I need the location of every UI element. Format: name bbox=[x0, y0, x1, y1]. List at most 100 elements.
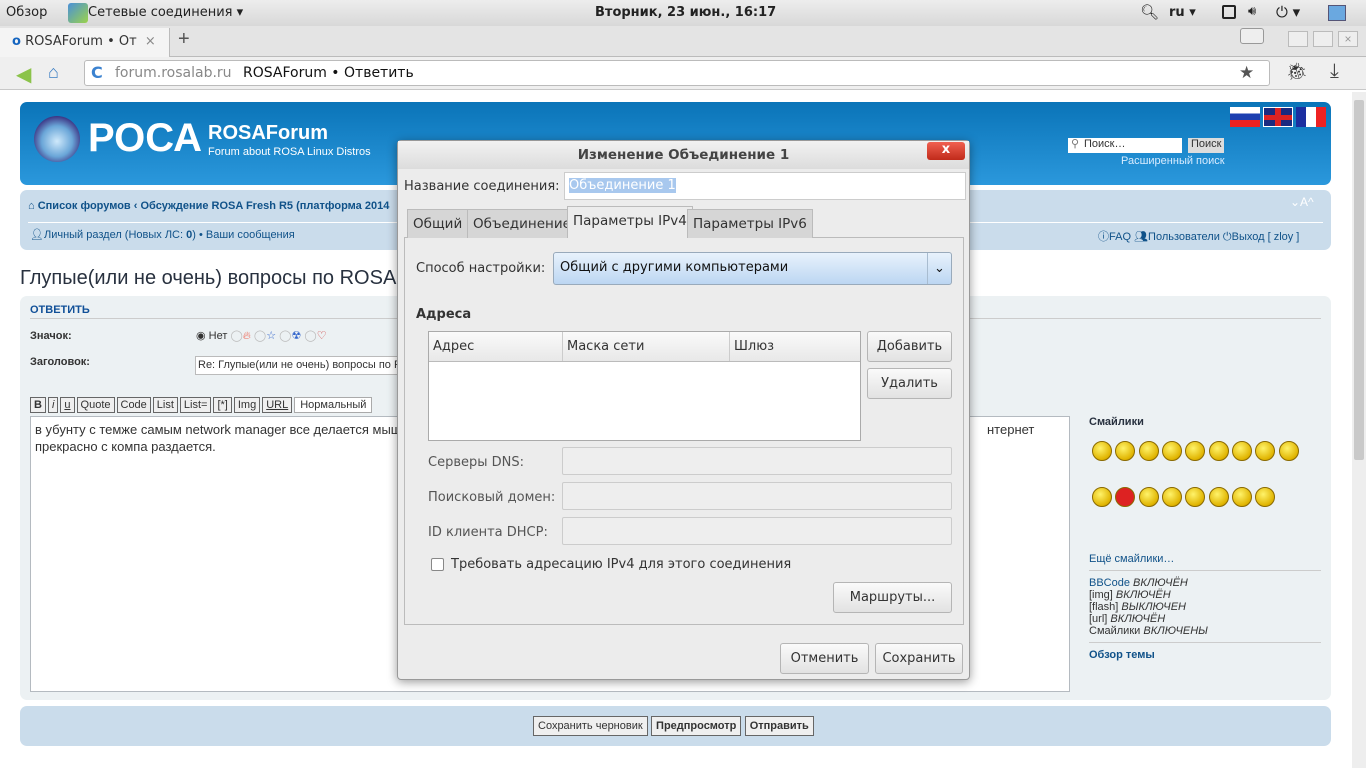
radio-none[interactable]: ◉ bbox=[196, 330, 206, 342]
method-select[interactable]: Общий с другими компьютерами ⌄ bbox=[553, 252, 952, 285]
column-netmask[interactable]: Маска сети bbox=[563, 332, 730, 361]
italic-button[interactable]: i bbox=[47, 397, 59, 413]
flag-fr-icon[interactable] bbox=[1296, 107, 1326, 127]
tab-general[interactable]: Общий bbox=[407, 209, 469, 238]
radio-fire[interactable]: ◯ bbox=[230, 330, 242, 342]
url-bar[interactable]: C forum.rosalab.ru ROSAForum • Ответить … bbox=[84, 60, 1270, 86]
smiley-icon[interactable] bbox=[1138, 441, 1159, 461]
url-button[interactable]: URL bbox=[262, 397, 293, 413]
download-icon[interactable]: ⤓ bbox=[1330, 60, 1339, 83]
users-link[interactable]: Пользователи bbox=[1148, 231, 1220, 243]
img-button[interactable]: Img bbox=[233, 397, 261, 413]
workspace-icon[interactable] bbox=[1328, 5, 1346, 21]
quote-button[interactable]: Quote bbox=[76, 397, 115, 413]
delete-button[interactable]: Удалить bbox=[867, 368, 952, 399]
overview-button[interactable]: Обзор bbox=[6, 5, 47, 20]
require-ipv4-label[interactable]: Требовать адресацию IPv4 для этого соеди… bbox=[451, 557, 791, 572]
submit-button[interactable]: Отправить bbox=[744, 716, 814, 736]
close-dialog-button[interactable]: x bbox=[927, 142, 965, 160]
addresses-table[interactable]: Адрес Маска сети Шлюз bbox=[428, 331, 861, 441]
reload-icon[interactable]: C bbox=[91, 63, 103, 82]
tab-rosaforum[interactable]: o ROSAForum • От × bbox=[0, 28, 170, 57]
bbcode-link[interactable]: BBCode bbox=[1089, 577, 1130, 589]
smiley-icon[interactable] bbox=[1092, 487, 1112, 507]
tab-ipv4[interactable]: Параметры IPv4 bbox=[567, 206, 693, 238]
logo-text[interactable]: РОСА bbox=[88, 116, 202, 161]
new-tab-button[interactable]: + bbox=[178, 28, 190, 51]
menu-icon[interactable] bbox=[1240, 28, 1264, 44]
smiley-icon[interactable] bbox=[1278, 441, 1299, 461]
your-posts-link[interactable]: Ваши сообщения bbox=[206, 229, 295, 241]
personal-link[interactable]: Личный раздел (Новых ЛС: bbox=[44, 229, 186, 241]
list-item-button[interactable]: [*] bbox=[213, 397, 232, 413]
font-size-control[interactable]: ⌄A^ bbox=[1290, 195, 1314, 209]
list-ordered-button[interactable]: List= bbox=[179, 397, 212, 413]
dns-input[interactable] bbox=[562, 447, 952, 475]
preview-button[interactable]: Предпросмотр bbox=[651, 716, 742, 736]
require-ipv4-checkbox[interactable] bbox=[431, 558, 444, 571]
dhcp-id-input[interactable] bbox=[562, 517, 952, 545]
smiley-icon[interactable] bbox=[1208, 441, 1229, 461]
close-tab-icon[interactable]: × bbox=[145, 34, 156, 49]
breadcrumb-subforum[interactable]: Обсуждение ROSA Fresh R5 (платформа 2014 bbox=[140, 200, 389, 212]
bold-button[interactable]: B bbox=[30, 397, 46, 413]
add-button[interactable]: Добавить bbox=[867, 331, 952, 362]
smiley-icon[interactable] bbox=[1185, 441, 1206, 461]
breadcrumb-forums[interactable]: Список форумов bbox=[38, 200, 131, 212]
more-smilies-link[interactable]: Ещё смайлики… bbox=[1089, 553, 1174, 565]
radio-heart[interactable]: ◯ bbox=[304, 330, 316, 342]
logout-link[interactable]: Выход [ zloy ] bbox=[1232, 231, 1300, 243]
smiley-icon[interactable] bbox=[1162, 441, 1183, 461]
list-button[interactable]: List bbox=[152, 397, 178, 413]
faq-link[interactable]: FAQ bbox=[1109, 231, 1131, 243]
smiley-icon[interactable] bbox=[1232, 441, 1253, 461]
smiley-icon[interactable] bbox=[1208, 487, 1229, 507]
devil-smiley-icon[interactable] bbox=[1115, 487, 1136, 507]
minimize-button[interactable] bbox=[1288, 31, 1308, 47]
smiley-icon[interactable] bbox=[1185, 487, 1206, 507]
tab-ipv6[interactable]: Параметры IPv6 bbox=[687, 209, 813, 238]
search-button[interactable]: Поиск bbox=[1188, 138, 1225, 153]
home-icon[interactable]: ⌂ bbox=[48, 62, 59, 83]
routes-button[interactable]: Маршруты... bbox=[833, 582, 952, 613]
close-window-button[interactable]: × bbox=[1338, 31, 1358, 47]
smiley-icon[interactable] bbox=[1162, 487, 1183, 507]
smiley-icon[interactable] bbox=[1255, 441, 1276, 461]
bookmark-star-icon[interactable]: ★ bbox=[1239, 63, 1254, 83]
site-title[interactable]: ROSAForum bbox=[208, 122, 328, 145]
smiley-icon[interactable] bbox=[1232, 487, 1253, 507]
smiley-icon[interactable] bbox=[1092, 441, 1112, 461]
save-draft-button[interactable]: Сохранить черновик bbox=[533, 716, 648, 736]
language-menu[interactable]: ru ▾ bbox=[1169, 5, 1196, 20]
topic-review-link[interactable]: Обзор темы bbox=[1089, 649, 1155, 661]
tab-bond[interactable]: Объединение bbox=[467, 209, 577, 238]
font-size-select[interactable]: Нормальный bbox=[294, 397, 373, 413]
flag-ru-icon[interactable] bbox=[1230, 107, 1260, 127]
app-menu[interactable]: Сетевые соединения ▾ bbox=[88, 5, 243, 20]
radio-radiation[interactable]: ◯ bbox=[279, 330, 291, 342]
code-button[interactable]: Code bbox=[116, 397, 151, 413]
page-scrollbar[interactable] bbox=[1352, 92, 1366, 768]
flag-en-icon[interactable] bbox=[1263, 107, 1293, 127]
smiley-icon[interactable] bbox=[1138, 487, 1159, 507]
search-domain-input[interactable] bbox=[562, 482, 952, 510]
search-input[interactable]: Поиск… bbox=[1068, 138, 1182, 153]
volume-icon[interactable]: 🔊︎ bbox=[1248, 4, 1256, 19]
power-icon[interactable]: ⏻ ▾ bbox=[1276, 3, 1300, 21]
column-gateway[interactable]: Шлюз bbox=[730, 332, 778, 361]
connection-name-input[interactable]: Объединение 1 bbox=[564, 172, 966, 200]
cancel-button[interactable]: Отменить bbox=[780, 643, 869, 674]
radio-star[interactable]: ◯ bbox=[254, 330, 266, 342]
topic-title[interactable]: Глупые(или не очень) вопросы по ROSA bbox=[20, 267, 396, 290]
back-icon[interactable]: ◀ bbox=[16, 62, 31, 87]
window-icon[interactable] bbox=[1222, 5, 1236, 19]
smiley-icon[interactable] bbox=[1255, 487, 1276, 507]
maximize-button[interactable] bbox=[1313, 31, 1333, 47]
clock[interactable]: Вторник, 23 июн., 16:17 bbox=[595, 5, 776, 20]
smiley-icon[interactable] bbox=[1115, 441, 1136, 461]
column-address[interactable]: Адрес bbox=[429, 332, 563, 361]
bug-icon[interactable]: 🐞︎ bbox=[1286, 62, 1308, 82]
underline-button[interactable]: u bbox=[60, 397, 75, 413]
advanced-search-link[interactable]: Расширенный поиск bbox=[1121, 155, 1225, 167]
save-button[interactable]: Сохранить bbox=[875, 643, 963, 674]
